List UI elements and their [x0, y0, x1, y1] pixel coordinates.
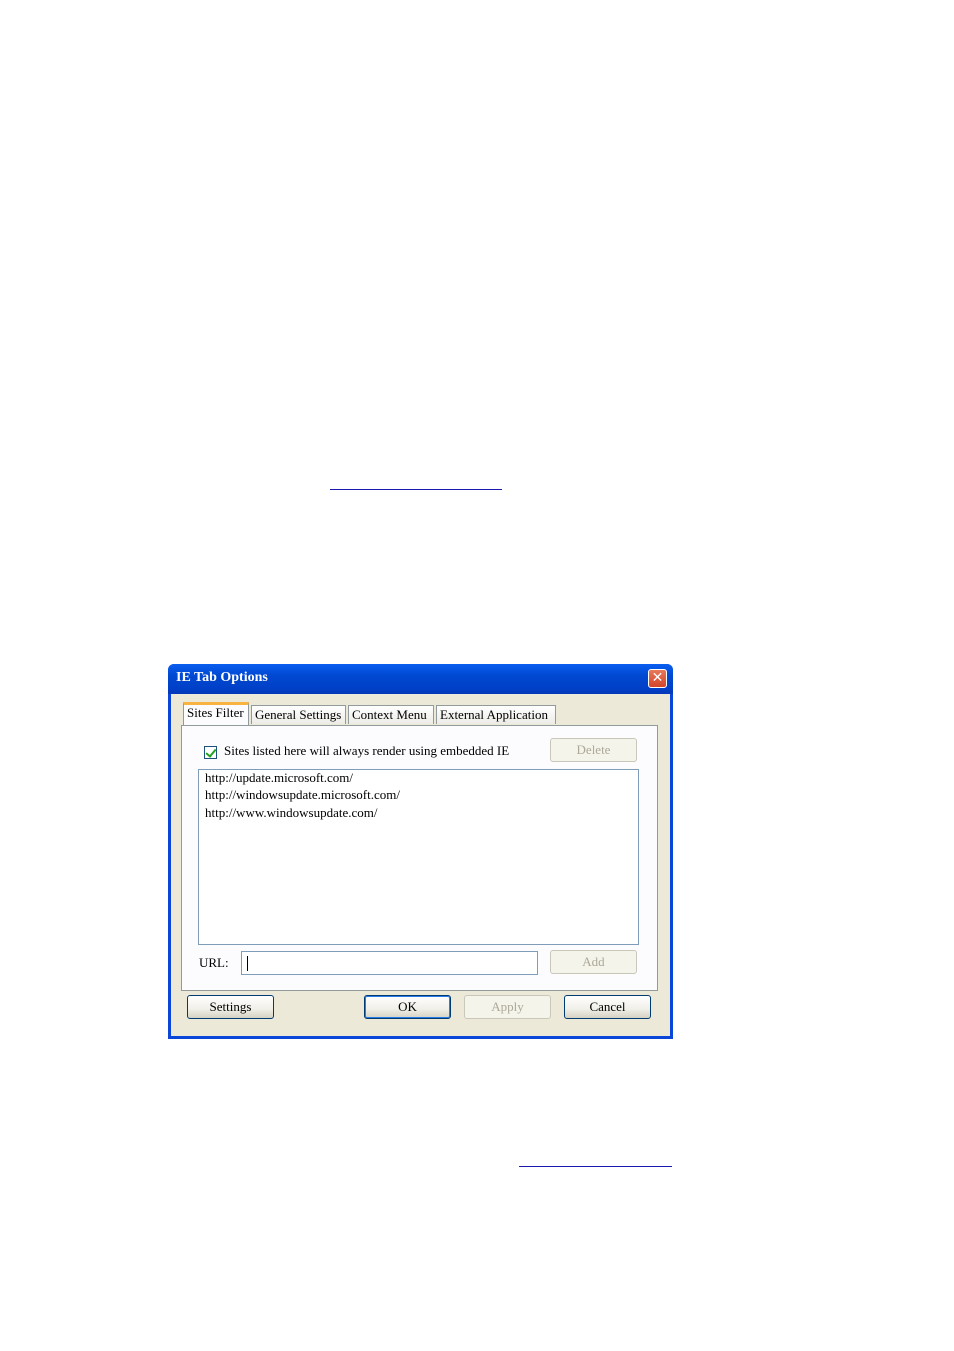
always-embedded-ie-checkbox[interactable] — [204, 746, 217, 759]
add-button[interactable]: Add — [550, 950, 637, 974]
cancel-button[interactable]: Cancel — [564, 995, 651, 1019]
delete-button[interactable]: Delete — [550, 738, 637, 762]
ie-tab-options-dialog: IE Tab Options ✕ Sites Filter General Se… — [168, 664, 673, 1039]
list-item[interactable]: http://www.windowsupdate.com/ — [205, 805, 377, 821]
tab-context-menu[interactable]: Context Menu — [348, 705, 434, 724]
text-caret — [247, 956, 248, 971]
tab-external-application[interactable]: External Application — [436, 705, 556, 724]
close-icon: ✕ — [651, 670, 664, 686]
list-item[interactable]: http://update.microsoft.com/ — [205, 770, 353, 786]
title-bar[interactable]: IE Tab Options ✕ — [168, 664, 673, 694]
settings-button[interactable]: Settings — [187, 995, 274, 1019]
close-button[interactable]: ✕ — [648, 669, 667, 688]
dialog-client-area: Sites Filter General Settings Context Me… — [171, 694, 670, 1036]
apply-button[interactable]: Apply — [464, 995, 551, 1019]
list-item[interactable]: http://windowsupdate.microsoft.com/ — [205, 787, 400, 803]
url-input[interactable] — [241, 951, 538, 975]
checkbox-label[interactable]: Sites listed here will always render usi… — [224, 743, 509, 759]
tab-sites-filter[interactable]: Sites Filter — [183, 702, 249, 725]
document-link-underline[interactable] — [519, 1166, 672, 1167]
tab-general-settings[interactable]: General Settings — [251, 705, 346, 724]
document-link-underline[interactable] — [330, 489, 502, 490]
sites-filter-panel: Sites listed here will always render usi… — [181, 725, 658, 991]
window-title: IE Tab Options — [176, 670, 268, 685]
sites-list[interactable]: http://update.microsoft.com/ http://wind… — [198, 769, 639, 945]
url-label: URL: — [199, 955, 229, 970]
ok-button[interactable]: OK — [364, 995, 451, 1019]
